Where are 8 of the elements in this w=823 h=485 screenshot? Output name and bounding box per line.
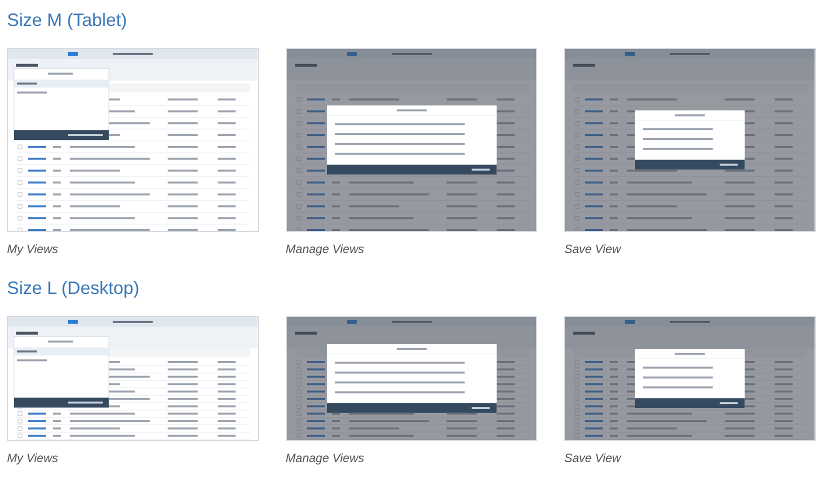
section-heading: Size L (Desktop) [7, 277, 140, 300]
thumbnail-caption: My Views [7, 241, 60, 258]
thumbnail-caption: My Views [7, 450, 60, 467]
thumbnail-caption: Manage Views [286, 241, 366, 258]
section-heading: Size M (Tablet) [7, 9, 128, 32]
thumbnail-caption: Manage Views [286, 450, 366, 467]
thumbnail-caption: Save View [564, 241, 622, 258]
thumbnail-caption: Save View [564, 450, 622, 467]
